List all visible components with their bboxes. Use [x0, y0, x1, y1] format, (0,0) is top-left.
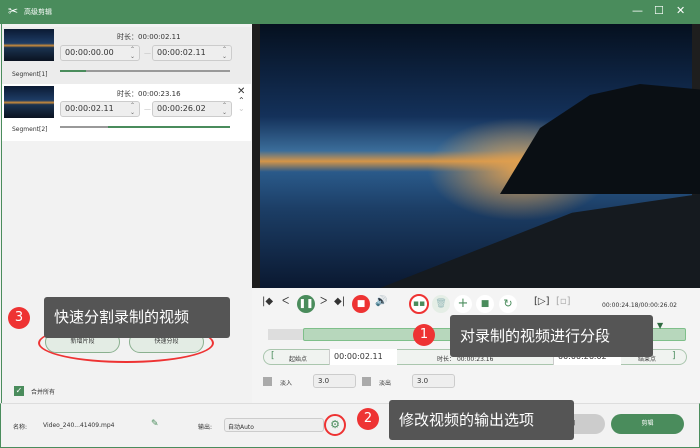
merge-all-label: 合并所有 [31, 389, 56, 396]
playhead-icon[interactable]: ▼ [657, 321, 663, 330]
reset-icon[interactable]: ↻ [499, 295, 517, 313]
range-start-input[interactable]: 00:00:02.11 [329, 349, 397, 365]
fade-out-input[interactable]: 3.0 [412, 374, 455, 388]
segment-thumbnail [4, 29, 54, 61]
add-icon[interactable]: + [454, 295, 472, 313]
set-end-icon[interactable]: ] [672, 351, 676, 361]
video-preview [252, 24, 700, 288]
go-end-icon[interactable]: ◆| [334, 296, 345, 307]
set-start-button[interactable]: 起始点 [289, 354, 307, 363]
output-settings-gear-icon[interactable]: ⚙ [324, 414, 346, 436]
segment-start-input[interactable]: 00:00:02.11 ⌃ ⌄ [60, 101, 140, 117]
title-bar: ✂ 高级剪辑 — ☐ ✕ [0, 0, 700, 24]
segment-duration: 时长：00:00:23.16 [117, 90, 181, 98]
segment-start-input[interactable]: 00:00:00.00 ⌃ ⌄ [60, 45, 140, 61]
segment-duration: 时长：00:00:02.11 [117, 33, 181, 41]
cut-button[interactable]: 剪辑 [611, 414, 684, 434]
annotation-tooltip: 快速分割录制的视频 [44, 297, 230, 338]
output-select[interactable]: 自动Auto [224, 418, 324, 432]
fade-out-label: 淡出 [379, 380, 392, 387]
video-frame [260, 24, 700, 288]
fullscreen-icon[interactable]: [▫] [556, 296, 571, 307]
name-label: 名称: [13, 424, 28, 431]
prev-frame-icon[interactable]: ᐸ [282, 296, 289, 307]
segment-name: Segment[2] [12, 126, 48, 133]
annotation-tooltip: 修改视频的输出选项 [389, 400, 574, 440]
delete-icon[interactable]: 🗑 [432, 295, 450, 313]
annotation-number: 2 [357, 408, 379, 430]
copy-icon[interactable]: ■ [476, 295, 494, 313]
set-start-icon[interactable]: [ [271, 351, 275, 361]
move-down-icon[interactable]: ⌄ [238, 104, 245, 113]
scissors-logo-icon: ✂ [8, 4, 19, 18]
time-readout: 00:00:24.18/00:00:26.02 [602, 302, 677, 309]
preview-segment-icon[interactable]: [▷] [534, 296, 550, 307]
fade-in-label: 淡入 [280, 380, 293, 387]
segment-panel: Segment[1] 时长：00:00:02.11 00:00:00.00 ⌃ ⌄ … [1, 24, 251, 403]
segment-end-input[interactable]: 00:00:02.11 ⌃ ⌄ [152, 45, 232, 61]
edit-name-icon[interactable]: ✎ [151, 419, 159, 429]
timeline-track [268, 329, 308, 340]
fade-in-checkbox[interactable] [263, 377, 272, 386]
go-start-icon[interactable]: |◆ [262, 296, 273, 307]
window-title: 高级剪辑 [24, 8, 52, 16]
minimize-icon[interactable]: — [632, 4, 643, 17]
close-icon[interactable]: ✕ [676, 4, 685, 17]
segment-progress [60, 70, 230, 72]
fade-in-input[interactable]: 3.0 [313, 374, 356, 388]
fade-out-checkbox[interactable] [362, 377, 371, 386]
segment-progress [60, 126, 230, 128]
next-frame-icon[interactable]: ᐳ [320, 296, 327, 307]
stop-button[interactable]: ■ [352, 295, 370, 313]
segment-thumbnail [4, 86, 54, 118]
annotation-tooltip: 对录制的视频进行分段 [450, 315, 653, 357]
output-label: 输出: [198, 424, 213, 431]
annotation-number: 1 [413, 324, 435, 346]
pause-button[interactable]: ❚❚ [297, 295, 315, 313]
segment-name: Segment[1] [12, 71, 48, 78]
file-name: Video_240...41409.mp4 [43, 422, 115, 429]
split-button[interactable]: ▪▪ [409, 294, 429, 314]
segment-end-input[interactable]: 00:00:26.02 ⌃ ⌄ [152, 101, 232, 117]
merge-all-checkbox[interactable]: ✓ [14, 386, 24, 396]
volume-icon[interactable]: 🔊 [375, 296, 387, 307]
annotation-number: 3 [8, 307, 30, 329]
segment-item[interactable]: Segment[1] 时长：00:00:02.11 00:00:00.00 ⌃ ⌄ … [2, 27, 251, 84]
segment-item[interactable]: Segment[2] 时长：00:00:23.16 00:00:02.11 ⌃ ⌄ … [2, 84, 251, 141]
maximize-icon[interactable]: ☐ [654, 4, 664, 17]
